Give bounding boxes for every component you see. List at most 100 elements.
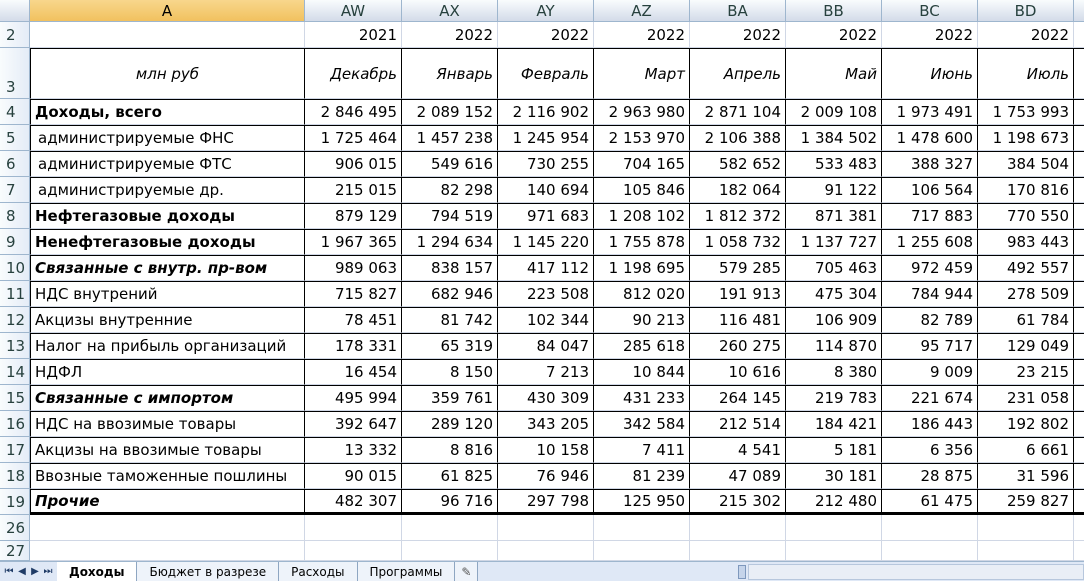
value-cell[interactable]: 730 255 bbox=[498, 151, 594, 177]
row-label[interactable]: НДС на ввозимые товары bbox=[30, 411, 305, 437]
value-cell[interactable]: 221 674 bbox=[882, 385, 978, 411]
empty-cell[interactable] bbox=[978, 515, 1074, 541]
value-cell[interactable]: 1 058 732 bbox=[690, 229, 786, 255]
value-cell[interactable]: 10 616 bbox=[690, 359, 786, 385]
value-cell[interactable]: 871 381 bbox=[786, 203, 882, 229]
value-cell[interactable]: 1 753 993 bbox=[978, 99, 1074, 125]
value-cell[interactable]: 549 616 bbox=[402, 151, 498, 177]
empty-cell[interactable] bbox=[594, 515, 690, 541]
sheet-tab[interactable]: Доходы bbox=[57, 562, 138, 581]
row-label[interactable]: Ввозные таможенные пошлины bbox=[30, 463, 305, 489]
value-cell[interactable]: 182 064 bbox=[690, 177, 786, 203]
row-header-12[interactable]: 12 bbox=[0, 307, 30, 333]
year-cell[interactable]: 2021 bbox=[305, 22, 402, 48]
value-cell[interactable]: 812 020 bbox=[594, 281, 690, 307]
value-cell[interactable]: 1 208 102 bbox=[594, 203, 690, 229]
month-header[interactable]: Декабрь bbox=[305, 48, 402, 99]
value-cell[interactable]: 682 946 bbox=[402, 281, 498, 307]
row-header-18[interactable]: 18 bbox=[0, 463, 30, 489]
value-cell[interactable]: 6 661 bbox=[978, 437, 1074, 463]
value-cell[interactable]: 392 647 bbox=[305, 411, 402, 437]
sheet-tab[interactable]: Расходы bbox=[279, 562, 358, 581]
value-cell[interactable]: 704 165 bbox=[594, 151, 690, 177]
value-cell[interactable]: 5 181 bbox=[786, 437, 882, 463]
value-cell[interactable]: 82 789 bbox=[882, 307, 978, 333]
value-cell[interactable]: 30 181 bbox=[786, 463, 882, 489]
value-cell[interactable]: 215 015 bbox=[305, 177, 402, 203]
value-cell[interactable]: 140 694 bbox=[498, 177, 594, 203]
value-cell[interactable]: 1 198 673 bbox=[978, 125, 1074, 151]
value-cell[interactable]: 1 725 464 bbox=[305, 125, 402, 151]
value-cell[interactable]: 7 213 bbox=[498, 359, 594, 385]
row-header-17[interactable]: 17 bbox=[0, 437, 30, 463]
value-cell[interactable]: 106 909 bbox=[786, 307, 882, 333]
empty-cell[interactable] bbox=[402, 515, 498, 541]
row-label[interactable]: Связанные с внутр. пр-вом bbox=[30, 255, 305, 281]
empty-cell[interactable] bbox=[882, 515, 978, 541]
value-cell[interactable]: 212 514 bbox=[690, 411, 786, 437]
month-header[interactable]: Апрель bbox=[690, 48, 786, 99]
scroll-split-handle[interactable] bbox=[738, 564, 747, 579]
value-cell[interactable]: 1 478 600 bbox=[882, 125, 978, 151]
row-header-5[interactable]: 5 bbox=[0, 125, 30, 151]
row-header-7[interactable]: 7 bbox=[0, 177, 30, 203]
year-cell[interactable]: 2022 bbox=[786, 22, 882, 48]
column-header-bc[interactable]: BC bbox=[882, 0, 978, 22]
value-cell[interactable]: 8 150 bbox=[402, 359, 498, 385]
row-label[interactable]: НДФЛ bbox=[30, 359, 305, 385]
row-label[interactable]: Доходы, всего bbox=[30, 99, 305, 125]
value-cell[interactable]: 28 875 bbox=[882, 463, 978, 489]
value-cell[interactable]: 6 356 bbox=[882, 437, 978, 463]
value-cell[interactable]: 794 519 bbox=[402, 203, 498, 229]
value-cell[interactable]: 2 009 108 bbox=[786, 99, 882, 125]
value-cell[interactable]: 31 596 bbox=[978, 463, 1074, 489]
row-header-26[interactable]: 26 bbox=[0, 515, 30, 541]
empty-cell[interactable] bbox=[305, 515, 402, 541]
value-cell[interactable]: 1 457 238 bbox=[402, 125, 498, 151]
value-cell[interactable]: 1 973 491 bbox=[882, 99, 978, 125]
row-header-8[interactable]: 8 bbox=[0, 203, 30, 229]
value-cell[interactable]: 475 304 bbox=[786, 281, 882, 307]
value-cell[interactable]: 1 755 878 bbox=[594, 229, 690, 255]
value-cell[interactable]: 1 294 634 bbox=[402, 229, 498, 255]
sheet-tab[interactable]: Программы bbox=[357, 562, 456, 581]
empty-cell[interactable] bbox=[882, 541, 978, 561]
empty-cell[interactable] bbox=[786, 515, 882, 541]
value-cell[interactable]: 384 504 bbox=[978, 151, 1074, 177]
row-header-2[interactable]: 2 bbox=[0, 22, 30, 48]
last-sheet-icon[interactable]: ⏭ bbox=[43, 566, 53, 577]
value-cell[interactable]: 417 112 bbox=[498, 255, 594, 281]
value-cell[interactable]: 82 298 bbox=[402, 177, 498, 203]
value-cell[interactable]: 13 332 bbox=[305, 437, 402, 463]
year-cell[interactable]: 2022 bbox=[498, 22, 594, 48]
value-cell[interactable]: 879 129 bbox=[305, 203, 402, 229]
value-cell[interactable]: 9 009 bbox=[882, 359, 978, 385]
select-all-corner[interactable] bbox=[0, 0, 30, 22]
empty-cell[interactable] bbox=[690, 541, 786, 561]
value-cell[interactable]: 191 913 bbox=[690, 281, 786, 307]
value-cell[interactable]: 492 557 bbox=[978, 255, 1074, 281]
year-cell[interactable]: 2022 bbox=[882, 22, 978, 48]
row-label[interactable]: Ненефтегазовые доходы bbox=[30, 229, 305, 255]
value-cell[interactable]: 129 049 bbox=[978, 333, 1074, 359]
value-cell[interactable]: 16 454 bbox=[305, 359, 402, 385]
value-cell[interactable]: 297 798 bbox=[498, 489, 594, 515]
value-cell[interactable]: 838 157 bbox=[402, 255, 498, 281]
value-cell[interactable]: 906 015 bbox=[305, 151, 402, 177]
value-cell[interactable]: 81 239 bbox=[594, 463, 690, 489]
value-cell[interactable]: 102 344 bbox=[498, 307, 594, 333]
column-header-ay[interactable]: AY bbox=[498, 0, 594, 22]
row-header-27[interactable]: 27 bbox=[0, 541, 30, 561]
value-cell[interactable]: 8 816 bbox=[402, 437, 498, 463]
value-cell[interactable]: 192 802 bbox=[978, 411, 1074, 437]
month-header[interactable]: Февраль bbox=[498, 48, 594, 99]
row-header-4[interactable]: 4 bbox=[0, 99, 30, 125]
column-header-ba[interactable]: BA bbox=[690, 0, 786, 22]
empty-cell[interactable] bbox=[498, 541, 594, 561]
empty-cell[interactable] bbox=[30, 541, 305, 561]
value-cell[interactable]: 231 058 bbox=[978, 385, 1074, 411]
empty-cell[interactable] bbox=[978, 541, 1074, 561]
row-label[interactable]: администрируемые др. bbox=[30, 177, 305, 203]
empty-cell[interactable] bbox=[690, 515, 786, 541]
prev-sheet-icon[interactable]: ◀ bbox=[17, 566, 27, 577]
